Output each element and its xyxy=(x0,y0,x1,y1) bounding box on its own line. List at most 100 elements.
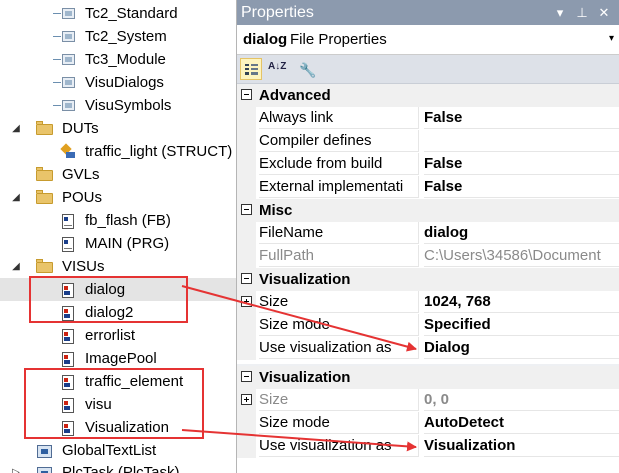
property-row[interactable]: Size 1024, 768 xyxy=(237,291,619,314)
property-row[interactable]: FileName dialog xyxy=(237,222,619,245)
expand-icon[interactable] xyxy=(241,296,252,307)
close-icon[interactable]: ✕ xyxy=(595,0,613,25)
category-label: Visualization xyxy=(259,271,351,288)
collapse-arrow-icon[interactable]: ◢ xyxy=(10,117,22,140)
tree-item-label: DUTs xyxy=(62,120,99,137)
tree-item-label: traffic_light (STRUCT) xyxy=(85,143,233,160)
alphabetical-button[interactable]: A↓Z xyxy=(264,58,286,80)
category-advanced[interactable]: Advanced xyxy=(237,84,619,107)
tree-item-gvls[interactable]: GVLs xyxy=(0,163,236,186)
collapse-arrow-icon[interactable]: ◢ xyxy=(10,255,22,278)
annotation-box-visualizations xyxy=(24,368,204,439)
tree-item-traffic-light[interactable]: traffic_light (STRUCT) xyxy=(0,140,236,163)
property-value: C:\Users\34586\Document xyxy=(424,245,619,267)
property-pages-button[interactable]: 🔧 xyxy=(295,58,317,80)
collapse-icon[interactable] xyxy=(241,371,252,382)
category-label: Misc xyxy=(259,202,293,219)
property-row[interactable]: Size mode AutoDetect xyxy=(237,412,619,435)
property-value[interactable]: Specified xyxy=(424,314,619,336)
library-icon xyxy=(53,99,78,113)
properties-title-bar: Properties ▾ ⊥ ✕ xyxy=(237,0,619,25)
collapse-icon[interactable] xyxy=(241,273,252,284)
category-label: Visualization xyxy=(259,369,351,386)
category-visualization-2[interactable]: Visualization xyxy=(237,366,619,389)
tree-item-tc2-system[interactable]: Tc2_System xyxy=(0,25,236,48)
property-value[interactable]: Dialog xyxy=(424,337,619,359)
library-icon xyxy=(53,7,78,21)
chevron-down-icon[interactable]: ▾ xyxy=(609,33,614,44)
expand-arrow-icon[interactable]: ▷ xyxy=(10,461,22,473)
visualization-icon xyxy=(60,352,76,367)
tree-item-visudialogs[interactable]: VisuDialogs xyxy=(0,71,236,94)
panel-title: Properties xyxy=(241,4,314,21)
tree-item-label: VisuDialogs xyxy=(85,74,164,91)
property-row[interactable]: Use visualization as Visualization xyxy=(237,435,619,458)
property-row[interactable]: Always link False xyxy=(237,107,619,130)
visualization-icon xyxy=(60,329,76,344)
tree-item-label: GlobalTextList xyxy=(62,442,157,459)
property-value[interactable]: AutoDetect xyxy=(424,412,619,434)
property-row[interactable]: Size mode Specified xyxy=(237,314,619,337)
tree-item-label: PlcTask (PlcTask) xyxy=(62,464,180,473)
tree-item-pous[interactable]: ◢ POUs xyxy=(0,186,236,209)
property-value: 0, 0 xyxy=(424,389,619,411)
object-kind: File Properties xyxy=(290,31,387,48)
property-value[interactable]: False xyxy=(424,176,619,198)
folder-icon xyxy=(36,190,54,205)
property-value[interactable]: dialog xyxy=(424,222,619,244)
library-icon xyxy=(53,30,78,44)
tree-item-visusymbols[interactable]: VisuSymbols xyxy=(0,94,236,117)
property-value[interactable]: 1024, 768 xyxy=(424,291,619,313)
pin-icon[interactable]: ⊥ xyxy=(573,0,591,25)
property-name: Use visualization as xyxy=(259,435,419,457)
tree-item-plctask[interactable]: ▷ PlcTask (PlcTask) xyxy=(0,461,236,473)
sort-az-icon: A↓Z xyxy=(268,61,287,72)
category-visualization[interactable]: Visualization xyxy=(237,268,619,291)
property-row[interactable]: Compiler defines xyxy=(237,130,619,153)
pou-icon xyxy=(60,237,76,252)
category-misc[interactable]: Misc xyxy=(237,199,619,222)
collapse-arrow-icon[interactable]: ◢ xyxy=(10,186,22,209)
tree-item-imagepool[interactable]: ImagePool xyxy=(0,347,236,370)
folder-icon xyxy=(36,259,54,274)
collapse-icon[interactable] xyxy=(241,204,252,215)
property-value[interactable]: False xyxy=(424,153,619,175)
property-row[interactable]: FullPath C:\Users\34586\Document xyxy=(237,245,619,268)
tree-item-errorlist[interactable]: errorlist xyxy=(0,324,236,347)
tree-item-tc3-module[interactable]: Tc3_Module xyxy=(0,48,236,71)
library-icon xyxy=(53,53,78,67)
property-row[interactable]: External implementati False xyxy=(237,176,619,199)
tree-item-label: MAIN (PRG) xyxy=(85,235,170,252)
struct-icon xyxy=(60,145,76,159)
tree-item-tc2-standard[interactable]: Tc2_Standard xyxy=(0,2,236,25)
property-value[interactable] xyxy=(424,130,619,152)
property-name: Size mode xyxy=(259,314,419,336)
folder-icon xyxy=(36,121,54,136)
folder-icon xyxy=(36,167,54,182)
textlist-icon xyxy=(37,444,53,458)
tree-item-globaltextlist[interactable]: GlobalTextList xyxy=(0,439,236,462)
property-row[interactable]: Size 0, 0 xyxy=(237,389,619,412)
tree-item-main[interactable]: MAIN (PRG) xyxy=(0,232,236,255)
task-icon xyxy=(37,466,53,473)
property-row[interactable]: Use visualization as Dialog xyxy=(237,337,619,360)
properties-toolbar: A↓Z 🔧 xyxy=(237,55,619,84)
expand-icon[interactable] xyxy=(241,394,252,405)
tree-item-visus[interactable]: ◢ VISUs xyxy=(0,255,236,278)
categorized-button[interactable] xyxy=(240,58,262,80)
property-row[interactable]: Exclude from build False xyxy=(237,153,619,176)
collapse-icon[interactable] xyxy=(241,89,252,100)
property-name: Size xyxy=(259,291,419,313)
object-selector[interactable]: dialog File Properties ▾ xyxy=(237,25,619,55)
property-value[interactable]: Visualization xyxy=(424,435,619,457)
wrench-icon: 🔧 xyxy=(299,62,317,78)
property-value[interactable]: False xyxy=(424,107,619,129)
tree-item-label: VisuSymbols xyxy=(85,97,172,114)
tree-item-fb-flash[interactable]: fb_flash (FB) xyxy=(0,209,236,232)
properties-panel: Properties ▾ ⊥ ✕ dialog File Properties … xyxy=(236,0,619,473)
tree-item-label: Tc2_System xyxy=(85,28,167,45)
tree-item-label: Tc2_Standard xyxy=(85,5,178,22)
window-position-dropdown-icon[interactable]: ▾ xyxy=(551,0,569,25)
tree-item-duts[interactable]: ◢ DUTs xyxy=(0,117,236,140)
tree-item-label: errorlist xyxy=(85,327,136,344)
